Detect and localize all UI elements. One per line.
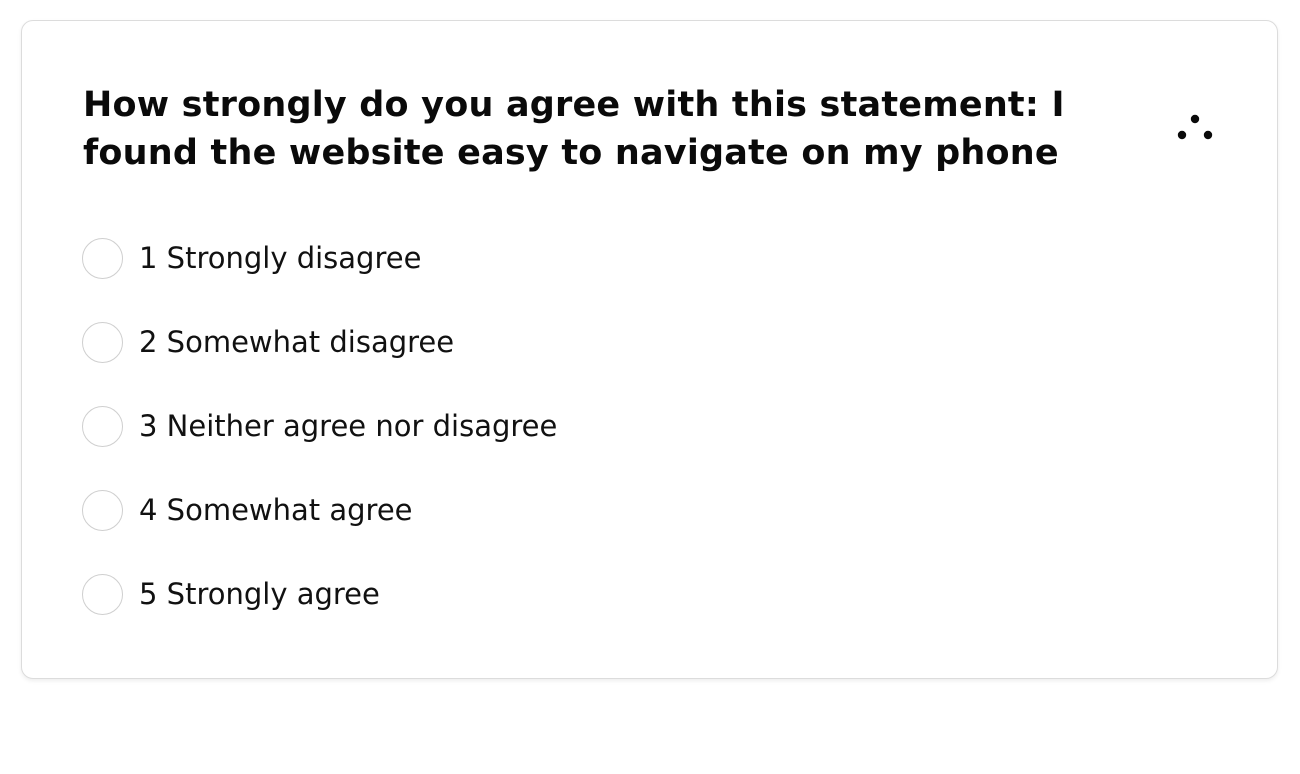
radio-button[interactable] xyxy=(82,405,123,447)
radio-button[interactable] xyxy=(82,237,123,279)
three-dot-cluster-icon xyxy=(1177,114,1213,140)
option-label: 3 Neither agree nor disagree xyxy=(139,409,558,443)
radio-button[interactable] xyxy=(82,489,123,531)
option-neither[interactable]: 3 Neither agree nor disagree xyxy=(82,405,557,447)
radio-button[interactable] xyxy=(82,573,123,615)
survey-card: How strongly do you agree with this stat… xyxy=(21,20,1278,679)
option-somewhat-disagree[interactable]: 2 Somewhat disagree xyxy=(82,321,557,363)
option-label: 2 Somewhat disagree xyxy=(139,325,455,359)
option-label: 5 Strongly agree xyxy=(139,577,380,611)
question-title: How strongly do you agree with this stat… xyxy=(83,85,1065,173)
radio-button[interactable] xyxy=(82,321,123,363)
option-strongly-disagree[interactable]: 1 Strongly disagree xyxy=(82,237,557,279)
option-strongly-agree[interactable]: 5 Strongly agree xyxy=(82,573,557,615)
answer-options: 1 Strongly disagree 2 Somewhat disagree … xyxy=(82,237,557,657)
question-header: How strongly do you agree with this stat… xyxy=(83,81,1223,177)
option-label: 1 Strongly disagree xyxy=(139,241,422,275)
option-somewhat-agree[interactable]: 4 Somewhat agree xyxy=(82,489,557,531)
option-label: 4 Somewhat agree xyxy=(139,493,413,527)
